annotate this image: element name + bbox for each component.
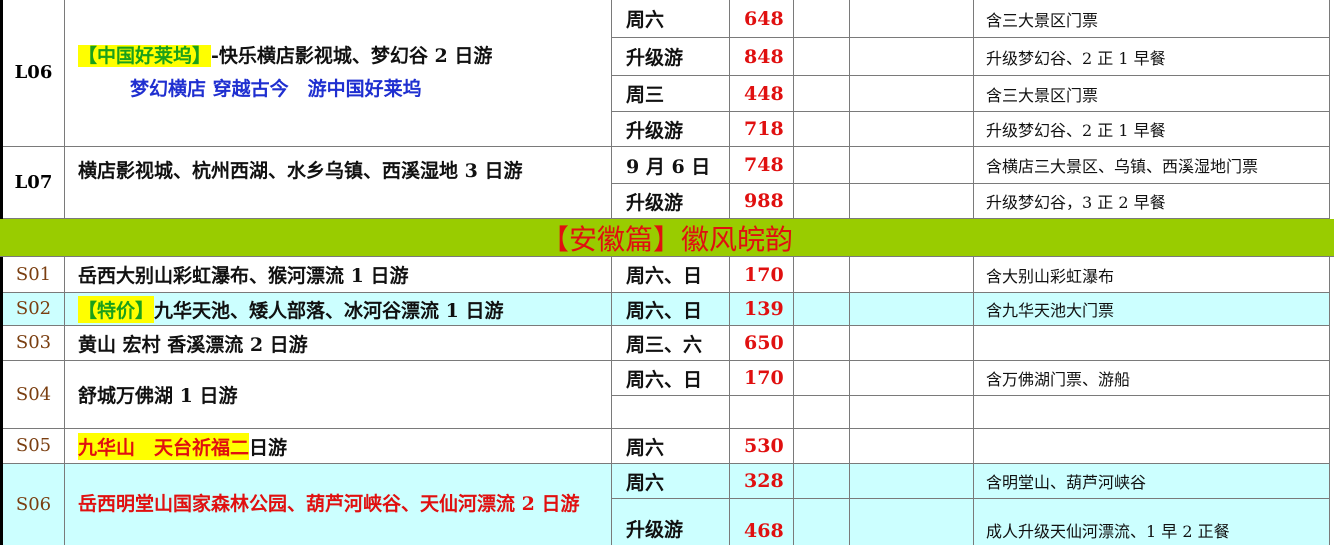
day-cell[interactable]: 升级游	[612, 112, 730, 147]
row-title-cell[interactable]: 横店影视城、杭州西湖、水乡乌镇、西溪湿地 3 日游	[65, 147, 612, 219]
promo-tag: 【特价】	[78, 295, 155, 323]
empty-cell[interactable]	[850, 396, 974, 429]
empty-cell[interactable]	[794, 429, 850, 464]
row-code-cell[interactable]: S03	[3, 326, 65, 361]
price-cell[interactable]: 530	[730, 429, 794, 464]
promo-tag: 九华山 天台祈福二	[78, 432, 250, 460]
day-cell[interactable]: 周六	[612, 429, 730, 464]
empty-cell[interactable]	[794, 293, 850, 326]
day-cell[interactable]: 周三	[612, 76, 730, 112]
price-cell[interactable]: 988	[730, 184, 794, 219]
empty-cell[interactable]	[850, 326, 974, 361]
day-cell[interactable]: 升级游	[612, 38, 730, 76]
row-code-cell[interactable]: L07	[3, 147, 65, 219]
note-cell[interactable]: 升级梦幻谷，3 正 2 早餐	[974, 184, 1330, 219]
price-cell[interactable]: 648	[730, 0, 794, 38]
price-cell[interactable]: 139	[730, 293, 794, 326]
row-code-cell[interactable]: S06	[3, 464, 65, 545]
empty-cell[interactable]	[794, 257, 850, 293]
row-title-text: -快乐横店影视城、梦幻谷 2 日游	[211, 44, 493, 67]
empty-cell[interactable]	[794, 112, 850, 147]
empty-cell[interactable]	[850, 464, 974, 499]
row-title-cell[interactable]: 九华山 天台祈福二 日游	[65, 429, 612, 464]
note-cell[interactable]: 含三大景区门票	[974, 0, 1330, 38]
empty-cell[interactable]	[850, 38, 974, 76]
empty-cell[interactable]	[794, 464, 850, 499]
row-subtitle: 梦幻横店 穿越古今 游中国好莱坞	[130, 78, 422, 100]
note-cell[interactable]: 升级梦幻谷、2 正 1 早餐	[974, 112, 1330, 147]
price-cell[interactable]: 718	[730, 112, 794, 147]
price-cell[interactable]: 468	[730, 499, 794, 545]
empty-cell[interactable]	[612, 396, 730, 429]
row-title-text: 九华天池、矮人部落、冰河谷漂流 1 日游	[154, 299, 504, 322]
empty-cell[interactable]	[794, 0, 850, 38]
empty-cell[interactable]	[794, 184, 850, 219]
row-title-cell[interactable]: 岳西大别山彩虹瀑布、猴河漂流 1 日游	[65, 257, 612, 293]
empty-cell[interactable]	[974, 396, 1330, 429]
empty-cell[interactable]	[794, 396, 850, 429]
row-title-text: 日游	[249, 436, 288, 459]
row-title-line: 【中国好莱坞】-快乐横店影视城、梦幻谷 2 日游	[78, 40, 492, 73]
row-title-cell[interactable]: 【特价】 九华天池、矮人部落、冰河谷漂流 1 日游	[65, 293, 612, 326]
price-cell[interactable]: 170	[730, 361, 794, 396]
empty-cell[interactable]	[850, 361, 974, 396]
note-cell[interactable]: 含三大景区门票	[974, 76, 1330, 112]
row-title-cell[interactable]: 舒城万佛湖 1 日游	[65, 361, 612, 429]
row-code-cell[interactable]: S02	[3, 293, 65, 326]
row-title-cell[interactable]: 黄山 宏村 香溪漂流 2 日游	[65, 326, 612, 361]
note-cell[interactable]: 含横店三大景区、乌镇、西溪湿地门票	[974, 147, 1330, 184]
day-cell[interactable]: 9 月 6 日	[612, 147, 730, 184]
note-cell[interactable]: 升级梦幻谷、2 正 1 早餐	[974, 38, 1330, 76]
empty-cell[interactable]	[794, 76, 850, 112]
empty-cell[interactable]	[794, 38, 850, 76]
section-banner-anhui: 【安徽篇】徽风皖韵	[0, 219, 1334, 257]
note-cell[interactable]	[974, 429, 1330, 464]
note-cell[interactable]: 成人升级天仙河漂流、1 早 2 正餐	[974, 499, 1330, 545]
empty-cell[interactable]	[850, 429, 974, 464]
note-cell[interactable]	[974, 326, 1330, 361]
price-cell[interactable]: 448	[730, 76, 794, 112]
day-cell[interactable]: 升级游	[612, 499, 730, 545]
price-cell[interactable]: 328	[730, 464, 794, 499]
day-cell[interactable]: 升级游	[612, 184, 730, 219]
empty-cell[interactable]	[794, 147, 850, 184]
row-title-cell[interactable]: 【中国好莱坞】-快乐横店影视城、梦幻谷 2 日游 梦幻横店 穿越古今 游中国好莱…	[65, 0, 612, 147]
empty-cell[interactable]	[794, 361, 850, 396]
day-cell[interactable]: 周六、日	[612, 361, 730, 396]
empty-cell[interactable]	[850, 293, 974, 326]
note-cell[interactable]: 含明堂山、葫芦河峡谷	[974, 464, 1330, 499]
empty-cell[interactable]	[850, 257, 974, 293]
row-code-cell[interactable]: S05	[3, 429, 65, 464]
empty-cell[interactable]	[850, 76, 974, 112]
day-cell[interactable]: 周三、六	[612, 326, 730, 361]
row-title-cell[interactable]: 岳西明堂山国家森林公园、葫芦河峡谷、天仙河漂流 2 日游	[65, 464, 612, 545]
day-cell[interactable]: 周六、日	[612, 293, 730, 326]
tour-price-sheet: L06 【中国好莱坞】-快乐横店影视城、梦幻谷 2 日游 梦幻横店 穿越古今 游…	[0, 0, 1334, 545]
empty-cell[interactable]	[794, 326, 850, 361]
note-cell[interactable]: 含九华天池大门票	[974, 293, 1330, 326]
price-cell[interactable]: 848	[730, 38, 794, 76]
row-code-cell[interactable]: L06	[3, 0, 65, 147]
empty-cell[interactable]	[850, 112, 974, 147]
day-cell[interactable]: 周六	[612, 464, 730, 499]
day-cell[interactable]: 周六	[612, 0, 730, 38]
note-cell[interactable]: 含万佛湖门票、游船	[974, 361, 1330, 396]
empty-cell[interactable]	[850, 184, 974, 219]
price-cell[interactable]: 748	[730, 147, 794, 184]
row-code-cell[interactable]: S01	[3, 257, 65, 293]
empty-cell[interactable]	[850, 0, 974, 38]
promo-tag: 【中国好莱坞】	[78, 44, 212, 67]
empty-cell[interactable]	[850, 499, 974, 545]
empty-cell[interactable]	[850, 147, 974, 184]
empty-cell[interactable]	[794, 499, 850, 545]
row-code-cell[interactable]: S04	[3, 361, 65, 429]
empty-cell[interactable]	[730, 396, 794, 429]
note-cell[interactable]: 含大别山彩虹瀑布	[974, 257, 1330, 293]
day-cell[interactable]: 周六、日	[612, 257, 730, 293]
price-cell[interactable]: 170	[730, 257, 794, 293]
price-cell[interactable]: 650	[730, 326, 794, 361]
